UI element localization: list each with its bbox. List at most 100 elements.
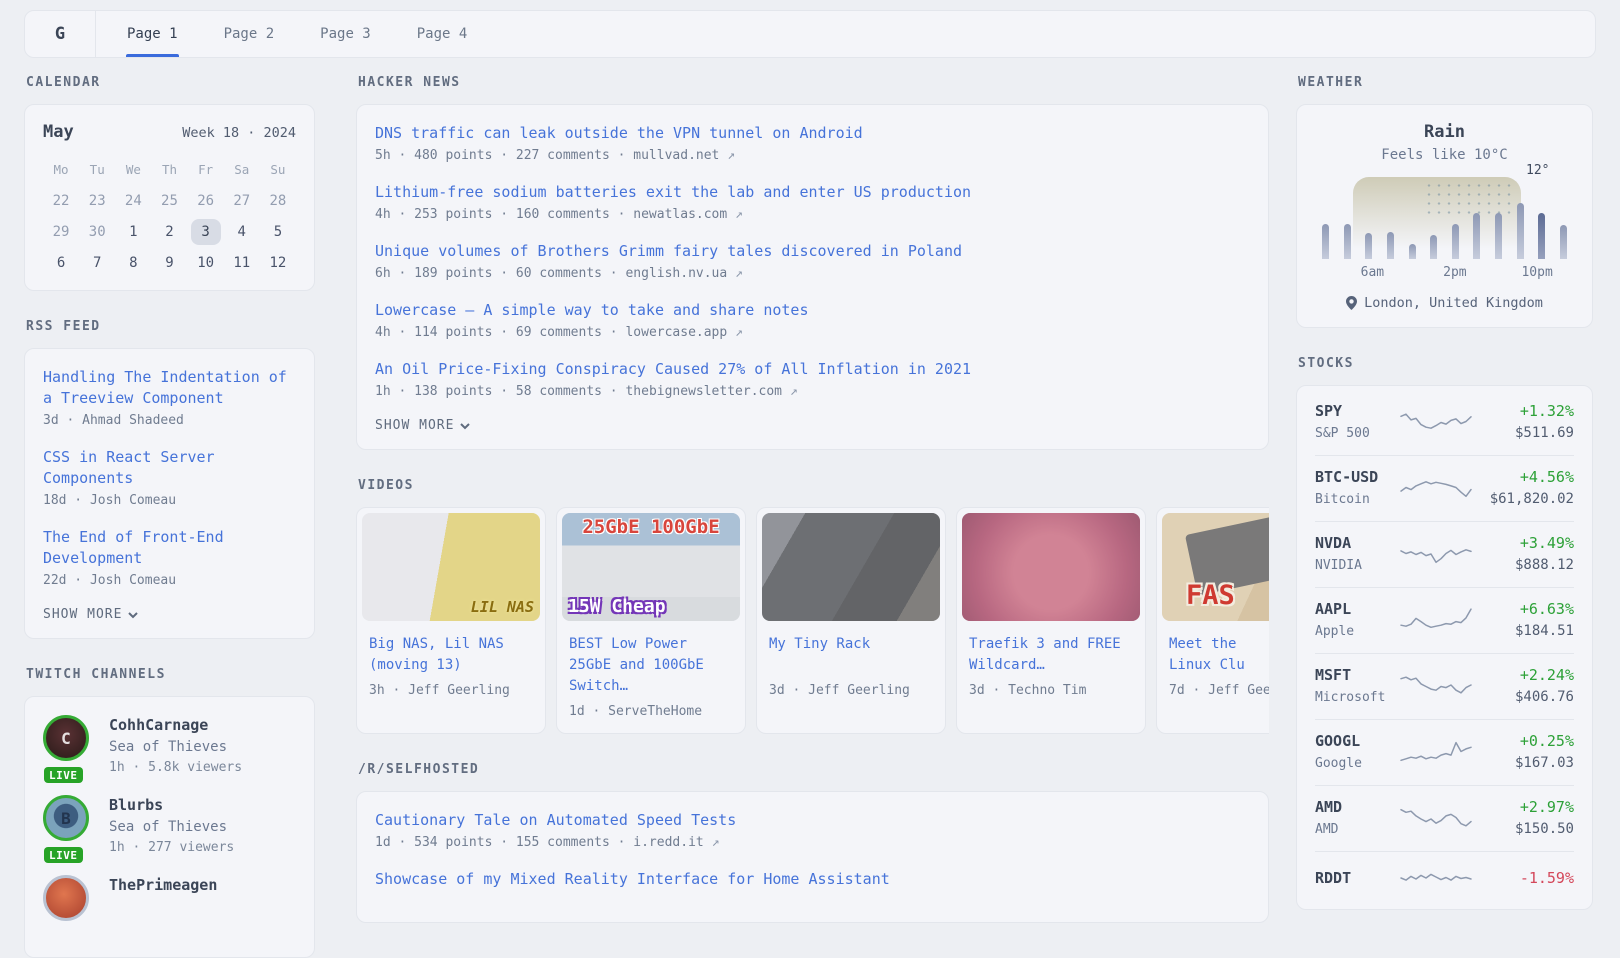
rss-item-title[interactable]: CSS in React Server Components (43, 447, 296, 489)
video-title[interactable]: Meet the Linux Clu (1169, 634, 1269, 676)
rss-item-title[interactable]: Handling The Indentation of a Treeview C… (43, 367, 296, 409)
hn-item-title[interactable]: An Oil Price-Fixing Conspiracy Caused 27… (375, 359, 1250, 380)
weekday-label: Mo (43, 158, 79, 183)
weather-bar (1365, 233, 1372, 259)
video-card[interactable]: FAS Meet the Linux Clu 7d · Jeff Geerlin… (1156, 507, 1269, 734)
video-title[interactable]: Traefik 3 and FREE Wildcard… (969, 634, 1133, 676)
channel-game: Sea of Thieves (109, 737, 242, 757)
hn-item-domain-link[interactable]: newatlas.com (633, 207, 727, 222)
calendar-section-title: CALENDAR (26, 75, 315, 90)
rss-item: The End of Front-End Development 22d · J… (43, 527, 296, 591)
hn-item-title[interactable]: DNS traffic can leak outside the VPN tun… (375, 123, 1250, 144)
twitch-channel-row[interactable]: ThePrimeagen (43, 875, 296, 921)
channel-name[interactable]: ThePrimeagen (109, 875, 217, 895)
calendar-grid: Mo Tu We Th Fr Sa Su 22 23 24 25 26 27 2… (43, 158, 296, 276)
hn-item-domain-link[interactable]: thebignewsletter.com (625, 384, 782, 399)
stock-row[interactable]: RDDT -1.59% (1315, 851, 1574, 905)
video-card[interactable]: Traefik 3 and FREE Wildcard… 3d · Techno… (956, 507, 1146, 734)
stock-change: +2.24% (1478, 665, 1574, 685)
calendar-day: 12 (263, 250, 293, 276)
hn-item-domain-link[interactable]: english.nv.ua (625, 266, 727, 281)
channel-name[interactable]: CohhCarnage (109, 715, 242, 735)
video-thumbnail[interactable]: LIL NAS (362, 513, 540, 621)
stock-change: +3.49% (1478, 533, 1574, 553)
stock-name: Bitcoin (1315, 490, 1400, 509)
twitch-channel-row[interactable]: B LIVE Blurbs Sea of Thieves 1h · 277 vi… (43, 795, 296, 857)
video-card[interactable]: 25GbE 100GbE 15W Cheap BEST Low Power 25… (556, 507, 746, 734)
rss-show-more-button[interactable]: SHOW MORE (43, 607, 296, 622)
twitch-section-title: TWITCH CHANNELS (26, 667, 315, 682)
thumbnail-text: FAS (1186, 580, 1235, 611)
stock-name: Microsoft (1315, 688, 1400, 707)
weather-location: London, United Kingdom (1317, 295, 1572, 311)
reddit-item-title[interactable]: Showcase of my Mixed Reality Interface f… (375, 869, 1250, 890)
weather-section-title: WEATHER (1298, 75, 1593, 90)
time-label: 2pm (1443, 265, 1466, 280)
channel-avatar: B (43, 795, 89, 841)
calendar-day-today: 3 (191, 219, 221, 245)
hn-item-meta: 4h · 114 points · 69 comments · lowercas… (375, 323, 1250, 343)
hn-item-title[interactable]: Lithium-free sodium batteries exit the l… (375, 182, 1250, 203)
video-card[interactable]: LIL NAS Big NAS, Lil NAS (moving 13) 3h … (356, 507, 546, 734)
weather-bar (1560, 225, 1567, 259)
video-thumbnail[interactable] (762, 513, 940, 621)
stock-row[interactable]: SPYS&P 500 +1.32%$511.69 (1315, 390, 1574, 455)
stock-row[interactable]: AAPLApple +6.63%$184.51 (1315, 587, 1574, 653)
tab-page-4[interactable]: Page 4 (394, 11, 491, 57)
tab-page-3[interactable]: Page 3 (297, 11, 394, 57)
calendar-day: 4 (227, 219, 257, 245)
reddit-item: Showcase of my Mixed Reality Interface f… (375, 869, 1250, 890)
video-thumbnail[interactable] (962, 513, 1140, 621)
video-meta: 3d · Jeff Geerling (769, 683, 933, 698)
video-meta: 7d · Jeff Geerling (1169, 683, 1269, 698)
rss-section-title: RSS FEED (26, 319, 315, 334)
video-thumbnail[interactable]: 25GbE 100GbE 15W Cheap (562, 513, 740, 621)
hn-item-title[interactable]: Lowercase – A simple way to take and sha… (375, 300, 1250, 321)
channel-name[interactable]: Blurbs (109, 795, 234, 815)
video-title[interactable]: BEST Low Power 25GbE and 100GbE Switch… (569, 634, 733, 697)
hn-item-domain-link[interactable]: mullvad.net (633, 148, 719, 163)
hn-item-meta: 6h · 189 points · 60 comments · english.… (375, 264, 1250, 284)
stock-row[interactable]: MSFTMicrosoft +2.24%$406.76 (1315, 653, 1574, 719)
twitch-channel-row[interactable]: C LIVE CohhCarnage Sea of Thieves 1h · 5… (43, 715, 296, 777)
video-card[interactable]: My Tiny Rack 3d · Jeff Geerling (756, 507, 946, 734)
hn-item-stats: 4h · 114 points · 69 comments · (375, 325, 618, 340)
external-link-icon: ↗ (735, 207, 743, 222)
hn-show-more-button[interactable]: SHOW MORE (375, 418, 1250, 433)
video-thumbnail[interactable]: FAS (1162, 513, 1269, 621)
weather-bar (1473, 213, 1480, 259)
hn-item-title[interactable]: Unique volumes of Brothers Grimm fairy t… (375, 241, 1250, 262)
stock-row[interactable]: BTC-USDBitcoin +4.56%$61,820.02 (1315, 455, 1574, 521)
hn-item-meta: 4h · 253 points · 160 comments · newatla… (375, 205, 1250, 225)
stock-name: Apple (1315, 622, 1400, 641)
tab-page-2[interactable]: Page 2 (201, 11, 298, 57)
stock-price: $184.51 (1478, 622, 1574, 641)
weekday-label: We (115, 158, 151, 183)
hn-item-stats: 5h · 480 points · 227 comments · (375, 148, 625, 163)
tab-page-1[interactable]: Page 1 (104, 11, 201, 57)
reddit-item-title[interactable]: Cautionary Tale on Automated Speed Tests (375, 810, 1250, 831)
hn-item: DNS traffic can leak outside the VPN tun… (375, 123, 1250, 166)
stock-row[interactable]: GOOGLGoogle +0.25%$167.03 (1315, 719, 1574, 785)
weather-location-text: London, United Kingdom (1364, 295, 1543, 311)
stock-row[interactable]: AMDAMD +2.97%$150.50 (1315, 785, 1574, 851)
rss-item-title[interactable]: The End of Front-End Development (43, 527, 296, 569)
hackernews-card: DNS traffic can leak outside the VPN tun… (356, 104, 1269, 450)
stock-row[interactable]: NVDANVIDIA +3.49%$888.12 (1315, 521, 1574, 587)
reddit-item-domain-link[interactable]: i.redd.it (633, 835, 703, 850)
stocks-card: SPYS&P 500 +1.32%$511.69 BTC-USDBitcoin … (1296, 385, 1593, 910)
time-label: 10pm (1521, 265, 1552, 280)
thumbnail-text: 25GbE 100GbE (562, 516, 740, 538)
stock-name: AMD (1315, 820, 1400, 839)
videos-carousel: LIL NAS Big NAS, Lil NAS (moving 13) 3h … (356, 507, 1269, 734)
hn-item-domain-link[interactable]: lowercase.app (625, 325, 727, 340)
stock-symbol: GOOGL (1315, 731, 1400, 751)
video-title[interactable]: My Tiny Rack (769, 634, 933, 676)
stock-change: +4.56% (1478, 467, 1574, 487)
video-title[interactable]: Big NAS, Lil NAS (moving 13) (369, 634, 533, 676)
chevron-down-icon (460, 421, 470, 431)
calendar-day: 23 (82, 188, 112, 214)
videos-section-title: VIDEOS (358, 478, 1269, 493)
selfhosted-section-title: /R/SELFHOSTED (358, 762, 1269, 777)
weather-bar (1517, 203, 1524, 259)
